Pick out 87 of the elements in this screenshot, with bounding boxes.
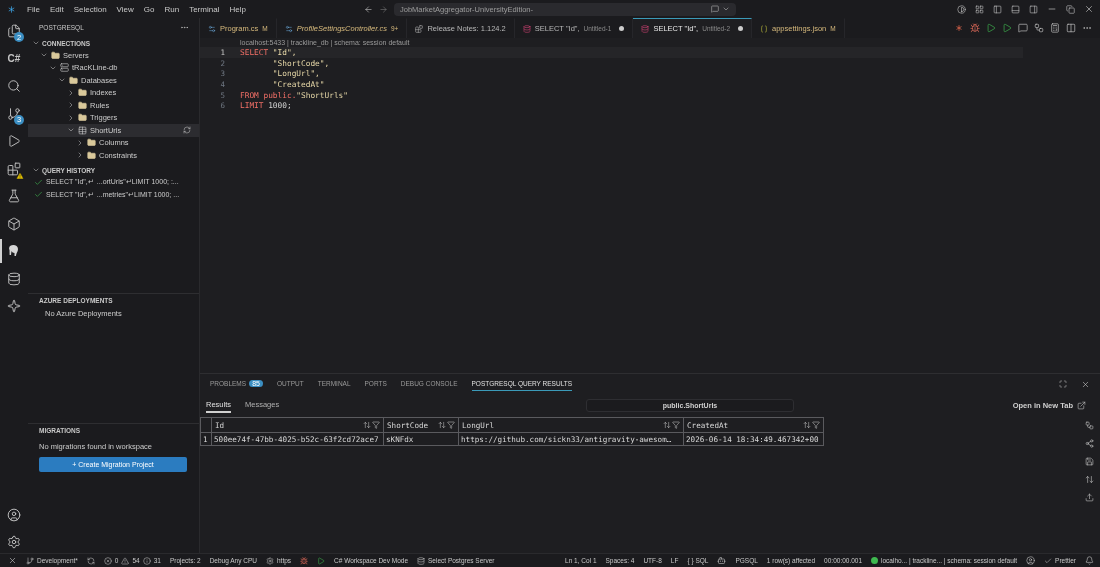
debug-icon[interactable] xyxy=(300,556,309,565)
menu-item[interactable]: Terminal xyxy=(189,4,220,14)
sparkle-icon[interactable] xyxy=(7,299,21,313)
share-icon[interactable] xyxy=(1085,439,1094,448)
flask-icon[interactable] xyxy=(7,189,21,203)
menu-item[interactable]: View xyxy=(116,4,134,14)
bell-icon[interactable] xyxy=(1085,556,1094,565)
account-icon[interactable] xyxy=(1026,556,1036,565)
settings-icon[interactable] xyxy=(7,535,21,549)
menu-item[interactable]: Run xyxy=(164,4,180,14)
json-file-icon xyxy=(760,24,768,33)
chat-icon[interactable] xyxy=(1018,23,1028,33)
cube-icon[interactable] xyxy=(7,216,21,231)
filter-icon[interactable] xyxy=(672,421,680,429)
server-icon xyxy=(60,63,69,73)
folder-icon xyxy=(78,100,87,110)
filter-icon[interactable] xyxy=(447,421,455,429)
folder-icon xyxy=(87,150,96,160)
table-icon xyxy=(78,125,87,135)
account-icon[interactable] xyxy=(7,507,21,522)
gear-icon xyxy=(266,556,274,565)
run-debug-icon[interactable] xyxy=(7,134,21,148)
error-icon xyxy=(103,556,112,565)
chat-icon xyxy=(711,5,719,13)
asterisk-icon[interactable] xyxy=(954,23,964,33)
export-icon[interactable] xyxy=(1085,493,1094,502)
chevron-down-icon xyxy=(722,5,730,13)
filter-icon[interactable] xyxy=(372,421,380,429)
database-icon xyxy=(417,556,425,565)
back-arrow-icon[interactable] xyxy=(364,4,373,14)
contrast-icon[interactable] xyxy=(957,4,966,14)
database-icon[interactable] xyxy=(7,271,21,286)
filter-icon[interactable] xyxy=(812,421,820,429)
app-logo-icon xyxy=(6,3,17,15)
sort-icon[interactable] xyxy=(803,421,811,429)
csharp-file-icon xyxy=(284,24,293,33)
sync-icon[interactable] xyxy=(86,556,95,565)
database-file-icon xyxy=(641,24,650,33)
diagram-icon[interactable] xyxy=(1085,421,1094,430)
debug-icon[interactable] xyxy=(970,23,980,33)
sort-icon[interactable] xyxy=(363,421,371,429)
panel-toggle-icon[interactable] xyxy=(1011,4,1020,14)
check-icon xyxy=(1044,556,1053,565)
folder-icon xyxy=(87,138,96,148)
more-icon[interactable] xyxy=(180,23,189,32)
warning-icon xyxy=(121,556,130,565)
sort-icon[interactable] xyxy=(1085,475,1094,484)
sidebar-toggle-icon[interactable] xyxy=(993,4,1002,14)
secondary-sidebar-icon[interactable] xyxy=(1029,4,1038,14)
csharp-label[interactable]: C# xyxy=(7,53,21,64)
branch-icon xyxy=(26,556,34,565)
active-indicator xyxy=(0,239,2,263)
refresh-icon[interactable] xyxy=(183,126,191,135)
menu-item[interactable]: Help xyxy=(229,4,246,14)
release-notes-icon xyxy=(415,24,424,33)
save-icon[interactable] xyxy=(1085,457,1094,466)
sort-icon[interactable] xyxy=(663,421,671,429)
warning-icon xyxy=(16,171,24,180)
folder-icon xyxy=(51,50,60,60)
external-link-icon xyxy=(1077,400,1086,410)
database-file-icon xyxy=(522,24,531,33)
run-icon[interactable] xyxy=(317,556,326,565)
source-control-icon[interactable] xyxy=(7,106,21,121)
split-editor-icon[interactable] xyxy=(1066,23,1076,33)
extensions-icon[interactable] xyxy=(7,161,21,176)
sort-icon[interactable] xyxy=(438,421,446,429)
folder-icon xyxy=(69,75,78,85)
menu-item[interactable]: Go xyxy=(143,4,155,14)
menu-item[interactable]: Selection xyxy=(73,4,107,14)
folder-icon xyxy=(78,113,87,123)
search-icon[interactable] xyxy=(7,79,21,93)
robot-icon[interactable] xyxy=(717,556,727,565)
layout-icon[interactable] xyxy=(975,4,984,14)
chevron-down-icon xyxy=(32,166,40,174)
elephant-icon[interactable] xyxy=(7,244,21,258)
close-icon[interactable] xyxy=(1084,4,1094,14)
maximize-icon[interactable] xyxy=(1059,380,1067,388)
diagram-icon[interactable] xyxy=(1034,23,1044,33)
close-icon[interactable] xyxy=(1081,379,1090,389)
csharp-file-icon xyxy=(208,24,216,33)
folder-icon xyxy=(78,88,87,98)
files-icon[interactable] xyxy=(7,24,21,38)
restore-icon[interactable] xyxy=(1066,4,1075,14)
info-icon xyxy=(142,556,151,565)
calculator-icon[interactable] xyxy=(1050,23,1060,33)
menu-item[interactable]: File xyxy=(27,4,40,14)
menu-item[interactable]: Edit xyxy=(49,4,64,14)
